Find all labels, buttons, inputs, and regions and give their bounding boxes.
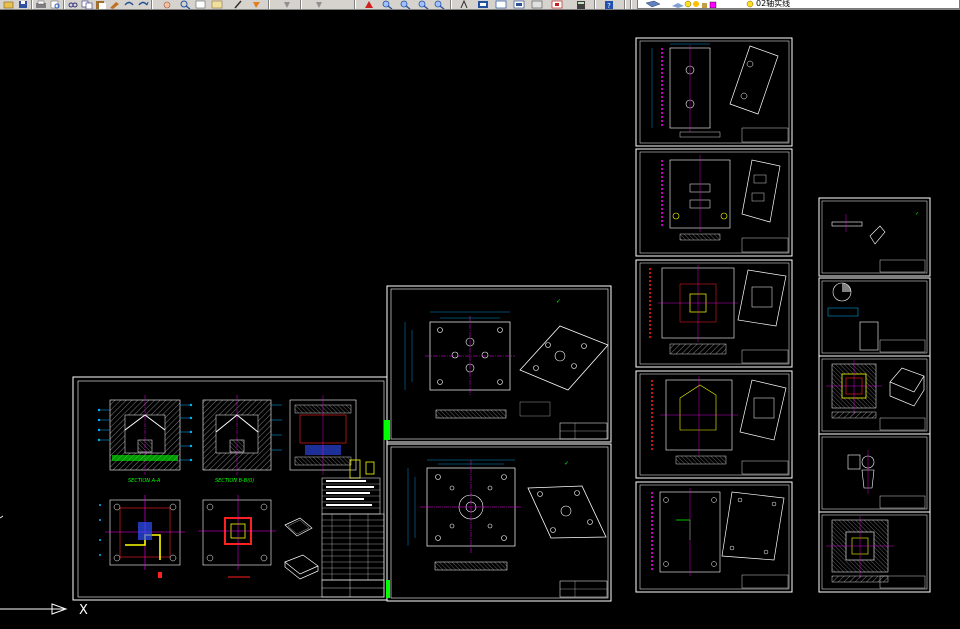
layer-name-label: 02轴实线 [756,0,791,8]
bulb-icon-2 [746,0,754,8]
toolbar-separator [31,0,33,9]
viewport-marker [386,580,390,598]
zoom-window-icon[interactable] [194,0,208,9]
model-space: SECTION A-A SECTION B-B(0) ✓ ✓ ✓ [0,37,931,615]
bill-of-materials [321,461,385,598]
zoom-extents-icon[interactable] [416,0,430,9]
column-a-sheet-5[interactable] [635,481,793,593]
toolbar-separator [151,0,153,9]
save-icon[interactable] [16,0,30,9]
section-a-a-label: SECTION A-A [128,478,161,484]
plate-sheet-2[interactable]: ✓ [386,443,612,602]
roughness-symbol: ✓ [564,460,569,467]
column-a-sheet-1[interactable] [635,37,793,147]
pan-realtime-icon[interactable] [362,0,376,9]
viewport-marker [386,420,390,440]
layer-state-icon[interactable] [672,3,684,8]
color-square-icon[interactable] [709,1,717,8]
layer-properties-icon[interactable] [645,0,661,8]
copy-icon[interactable] [80,0,94,9]
drawing-canvas[interactable]: SECTION A-A SECTION B-B(0) ✓ ✓ ✓ X [0,10,960,629]
assembly-sheet[interactable]: SECTION A-A SECTION B-B(0) [72,376,388,601]
text-style-icon[interactable] [458,0,472,9]
column-b-sheet-4[interactable] [818,433,931,513]
toolbar-separator [300,0,302,9]
toolbar-separator [594,0,596,9]
column-b-sheets: ✓ [818,197,931,593]
title-block-2 [559,580,608,598]
section-b-b-label: SECTION B-B(0) [215,478,254,484]
column-b-sheet-2[interactable] [818,277,931,357]
roughness-symbol: ✓ [556,298,561,305]
part-3d-views [284,517,319,580]
roughness-symbol: ✓ [915,211,919,217]
bulb-on-icon[interactable] [684,0,692,8]
tool-palettes-icon[interactable] [280,0,294,9]
sheet-set-icon[interactable] [312,0,326,9]
column-a-sheet-2[interactable] [635,148,793,257]
sheet-set-manager-icon[interactable] [550,0,564,9]
standard-toolbar: ? 02轴实线 [0,0,960,10]
plate-sheet-1[interactable]: ✓ [386,285,612,443]
properties-icon[interactable] [232,0,246,9]
svg-text:?: ? [607,2,611,9]
layer-states-icon[interactable] [512,0,526,9]
design-center-icon-2[interactable] [476,0,490,9]
unlock-icon[interactable] [702,3,707,8]
zoom-realtime-icon[interactable] [178,0,192,9]
column-a-sheet-3[interactable] [635,259,793,368]
zoom-out-icon[interactable] [398,0,412,9]
sun-icon[interactable] [693,1,699,7]
markup-icon[interactable] [530,0,544,9]
toolbar-separator [450,0,452,9]
zoom-previous-icon[interactable] [210,0,224,9]
column-a-sheets [635,37,793,593]
toolbar-separator [624,0,626,9]
column-b-sheet-3[interactable] [818,355,931,435]
design-center-icon[interactable] [250,0,264,9]
side-elevation-view [289,395,361,479]
zoom-all-icon[interactable] [432,0,446,9]
ucs-x-axis-label: X [79,603,88,618]
calculator-icon[interactable] [574,0,588,9]
toolbar-separator [630,0,632,9]
dimension-style-icon[interactable] [494,0,508,9]
toolbar-separator [354,0,356,9]
paste-icon[interactable] [94,0,108,9]
ucs-icon [0,515,68,615]
cut-icon[interactable] [66,0,80,9]
zoom-in-icon[interactable] [380,0,394,9]
section-b-b-view: SECTION B-B(0) [202,395,282,484]
title-block-1 [519,401,608,440]
toolbar-separator [63,0,65,9]
column-b-sheet-5[interactable] [818,511,931,593]
help-icon[interactable]: ? [602,0,616,9]
redo-icon[interactable] [136,0,150,9]
undo-icon[interactable] [122,0,136,9]
print-icon[interactable] [34,0,48,9]
top-plan-view-left [99,495,185,578]
column-a-sheet-4[interactable] [635,370,793,479]
toolbar-separator [268,0,270,9]
column-b-sheet-1[interactable]: ✓ [818,197,931,277]
top-plan-view-right [198,495,276,578]
open-icon[interactable] [2,0,16,9]
pan-icon[interactable] [160,0,174,9]
layer-dropdown[interactable]: 02轴实线 [637,0,960,9]
section-a-a-view: SECTION A-A [97,395,193,484]
match-properties-icon[interactable] [108,0,122,9]
plot-preview-icon[interactable] [48,0,62,9]
